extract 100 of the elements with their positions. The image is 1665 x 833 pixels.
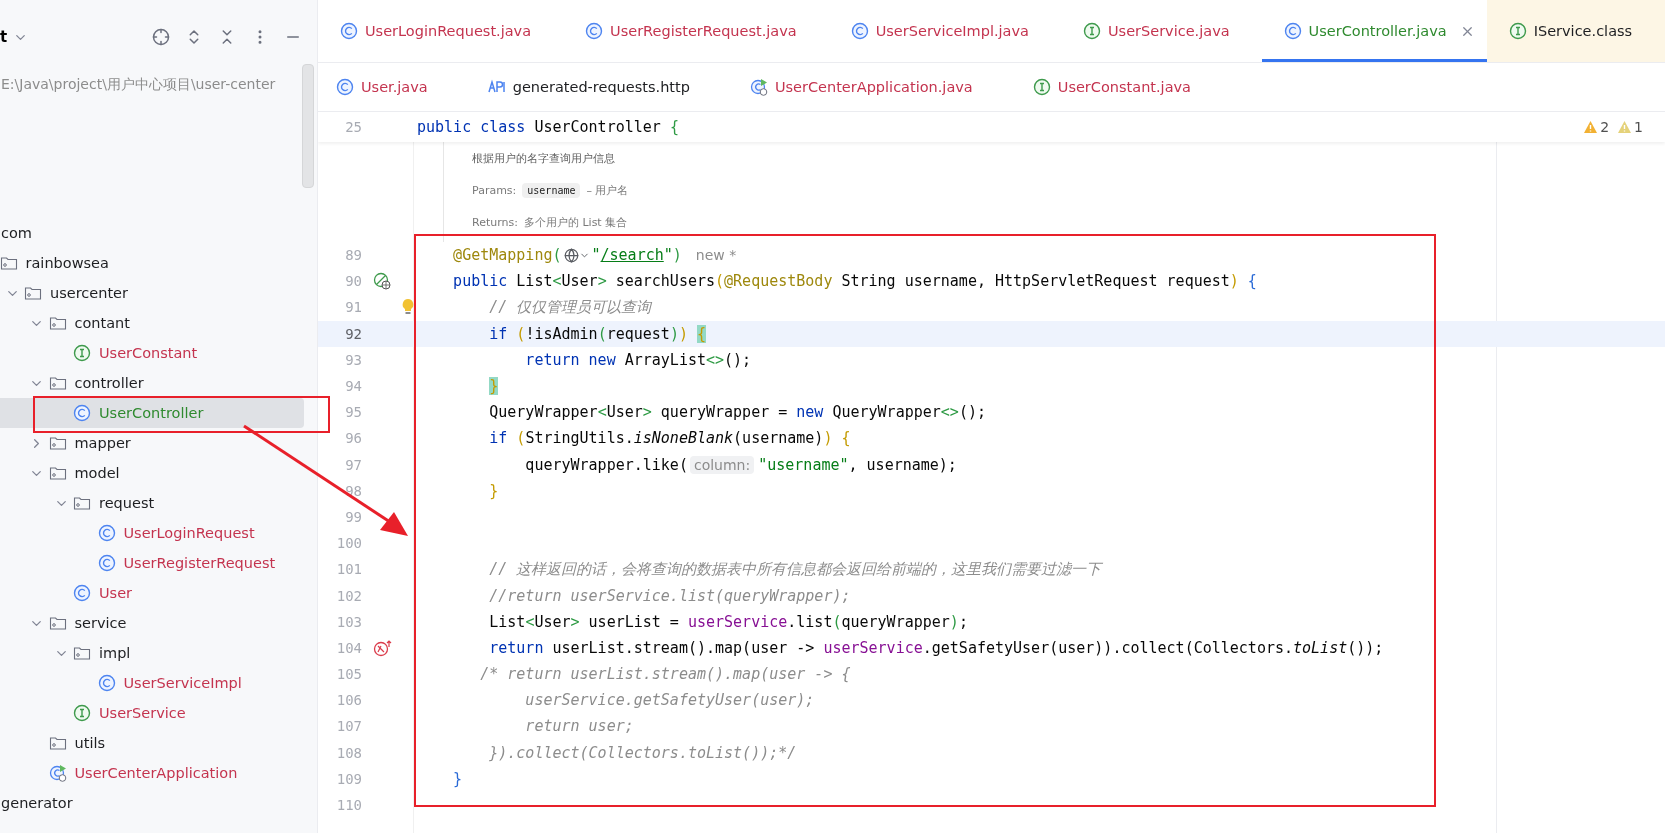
editor-tab[interactable]: IService.class bbox=[1486, 0, 1665, 62]
editor-tab[interactable]: UserServiceImpl.java bbox=[828, 0, 1061, 62]
line-number: 25 bbox=[344, 119, 362, 135]
tree-item[interactable]: contant bbox=[0, 308, 304, 338]
recursion-icon bbox=[373, 638, 393, 657]
run-class-icon bbox=[48, 764, 67, 782]
code-text: } bbox=[452, 769, 463, 788]
code-text: userService.getSafetyUser(user); bbox=[524, 691, 815, 710]
class-icon bbox=[73, 404, 91, 422]
doc-label: Returns: bbox=[472, 215, 518, 229]
tree-item[interactable]: model bbox=[0, 458, 304, 488]
line-number: 98 bbox=[344, 482, 362, 499]
tree-item[interactable]: mapper bbox=[0, 428, 304, 458]
line-number: 96 bbox=[344, 430, 362, 447]
code-text: } bbox=[488, 481, 499, 500]
folder-icon bbox=[48, 314, 67, 332]
interface-icon bbox=[73, 344, 91, 362]
warning-icon bbox=[1583, 120, 1599, 134]
tree-item[interactable]: UserConstant bbox=[0, 338, 304, 368]
class-icon bbox=[340, 22, 358, 40]
folder-icon bbox=[48, 734, 67, 752]
line-number: 94 bbox=[344, 378, 362, 395]
scrollbar-thumb[interactable] bbox=[302, 64, 314, 188]
line-number: 99 bbox=[344, 508, 362, 525]
class-icon bbox=[850, 22, 869, 40]
tree-item[interactable]: UserService bbox=[0, 698, 304, 728]
param-chip: username bbox=[522, 182, 581, 198]
code-text: List<User> userList = userService.list(queryWrapper); bbox=[488, 612, 968, 631]
code-text: public class UserController { bbox=[417, 118, 679, 136]
code-text: return userList.stream().map(user -> userService.getSafetyUser(user)).collect(Collectors.toList()); bbox=[488, 638, 1384, 657]
line-number: 105 bbox=[335, 666, 362, 683]
class-icon bbox=[336, 78, 354, 96]
doc-text: 多个用户的 List 集合 bbox=[523, 214, 628, 230]
doc-text: – 用户名 bbox=[586, 182, 629, 198]
code-text: "username", username); bbox=[758, 455, 957, 474]
code-text: if (!isAdmin(request)) { bbox=[488, 324, 706, 343]
folder-icon bbox=[73, 644, 91, 662]
tree-item[interactable]: service bbox=[0, 608, 304, 638]
line-number: 104 bbox=[335, 639, 362, 656]
line-number: 89 bbox=[344, 247, 362, 264]
code-text: QueryWrapper<User> queryWrapper = new QueryWrapper<>(); bbox=[488, 403, 986, 422]
folder-icon bbox=[48, 464, 67, 482]
project-path: E:\Java\project\用户中心项目\user-center bbox=[1, 75, 277, 94]
tree-item[interactable]: impl bbox=[0, 638, 304, 668]
interface-icon bbox=[1508, 22, 1527, 40]
tree-item[interactable]: com bbox=[0, 218, 304, 248]
inlay-hint: column: bbox=[689, 455, 755, 474]
editor-tab[interactable]: UserCenterApplication.java bbox=[731, 63, 1015, 111]
folder-icon bbox=[24, 284, 42, 302]
tree-item[interactable]: controller bbox=[0, 368, 304, 398]
tree-item[interactable]: UserRegisterRequest bbox=[0, 548, 304, 578]
code-text: return user; bbox=[524, 717, 634, 736]
warning-icon bbox=[1617, 120, 1633, 134]
tree-item[interactable]: UserLoginRequest bbox=[0, 518, 304, 548]
editor-tab[interactable]: UserConstant.java bbox=[1014, 63, 1233, 111]
tree-item[interactable]: usercenter bbox=[0, 278, 304, 308]
class-icon bbox=[73, 584, 91, 602]
run-class-icon bbox=[749, 78, 768, 96]
code-text: // 仅仅管理员可以查询 bbox=[488, 297, 652, 317]
tree-item[interactable]: request bbox=[0, 488, 304, 518]
code-text: //return userService.list(queryWrapper); bbox=[488, 586, 851, 605]
folder-icon bbox=[48, 614, 67, 632]
editor-tab[interactable]: UserController.java bbox=[1261, 0, 1487, 62]
class-icon bbox=[1283, 22, 1302, 40]
code-text: "/search") bbox=[591, 246, 682, 265]
code-text: if (StringUtils.isNoneBlank(username)) { bbox=[488, 429, 851, 448]
globe-icon[interactable] bbox=[563, 247, 590, 263]
line-number: 109 bbox=[335, 770, 362, 787]
editor-tab[interactable]: User.java bbox=[318, 63, 470, 111]
line-number: 97 bbox=[344, 456, 362, 473]
code-text: // 这样返回的话，会将查询的数据表中所有信息都会返回给前端的，这里我们需要过滤一下 bbox=[488, 559, 1102, 579]
folder-icon bbox=[73, 494, 91, 512]
code-text: }).collect(Collectors.toList());*/ bbox=[488, 743, 797, 762]
editor-tab[interactable]: UserRegisterRequest.java bbox=[563, 0, 829, 62]
editor-tab[interactable]: generated-requests.http bbox=[469, 63, 732, 111]
tree-item[interactable]: User bbox=[0, 578, 304, 608]
tree-item[interactable]: utils bbox=[0, 728, 304, 758]
web-endpoint-icon[interactable] bbox=[373, 272, 391, 291]
tree-item[interactable]: UserServiceImpl bbox=[0, 668, 304, 698]
panel-title[interactable]: t bbox=[0, 28, 8, 46]
lightbulb-icon[interactable] bbox=[401, 298, 415, 317]
interface-icon bbox=[73, 704, 91, 722]
editor-tab[interactable]: UserLoginRequest.java bbox=[318, 0, 564, 62]
locate-icon[interactable] bbox=[151, 27, 171, 47]
class-icon bbox=[585, 22, 604, 40]
editor-tab[interactable]: UserService.java bbox=[1060, 0, 1262, 62]
doc-label: Params: bbox=[472, 183, 517, 197]
tree-item[interactable]: UserCenterApplication bbox=[0, 758, 304, 788]
tree-item[interactable]: rainbowsea bbox=[0, 248, 304, 278]
line-number: 102 bbox=[335, 587, 362, 604]
inspection-count[interactable]: 1 bbox=[1617, 119, 1643, 135]
line-number: 100 bbox=[335, 535, 362, 552]
line-number: 93 bbox=[344, 351, 362, 368]
class-icon bbox=[97, 524, 116, 542]
code-text: /* return userList.stream().map(user -> { bbox=[479, 665, 851, 684]
inspection-count[interactable]: 2 bbox=[1583, 119, 1610, 135]
doc-summary: 根据用户的名字查询用户信息 bbox=[472, 150, 616, 166]
tree-item[interactable]: generator bbox=[0, 788, 304, 818]
code-text: queryWrapper.like( bbox=[524, 455, 688, 474]
line-number: 107 bbox=[335, 718, 362, 735]
